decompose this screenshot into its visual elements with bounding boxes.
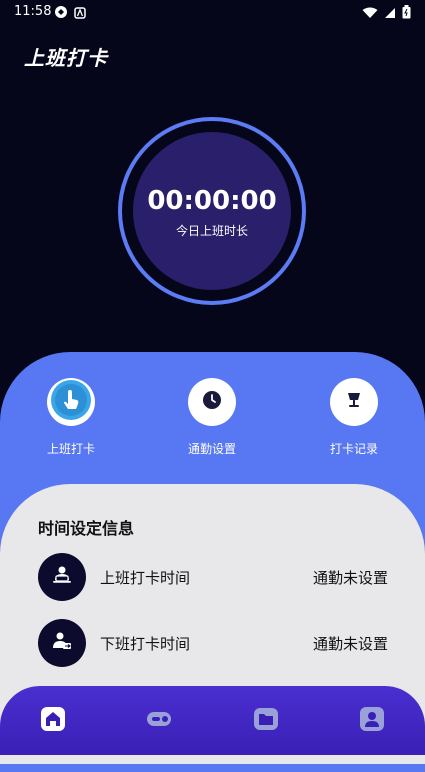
folder-icon bbox=[253, 706, 279, 736]
clock-in-time-row[interactable]: 上班打卡时间 通勤未设置 bbox=[38, 553, 388, 601]
tab-profile[interactable] bbox=[358, 707, 386, 735]
page-title: 上班打卡 bbox=[24, 46, 108, 70]
commute-settings-label: 通勤设置 bbox=[187, 442, 236, 456]
records-label: 打卡记录 bbox=[329, 442, 378, 456]
sync-icon bbox=[54, 4, 68, 23]
clock-in-time-label: 上班打卡时间 bbox=[100, 569, 191, 587]
signal-icon bbox=[384, 4, 396, 23]
clock-out-time-value: 通勤未设置 bbox=[312, 635, 388, 653]
clock-in-label: 上班打卡 bbox=[46, 442, 95, 456]
lamp-icon bbox=[344, 390, 364, 414]
timer-value: 00:00:00 bbox=[147, 186, 277, 216]
tap-hand-icon bbox=[49, 378, 93, 426]
clock-out-time-row[interactable]: 下班打卡时间 通勤未设置 bbox=[38, 619, 388, 667]
toggle-icon bbox=[146, 706, 172, 736]
records-button[interactable] bbox=[330, 378, 378, 426]
battery-icon bbox=[402, 4, 411, 23]
section-title: 时间设定信息 bbox=[38, 519, 135, 538]
row-icon-container bbox=[38, 619, 86, 667]
tab-toggle[interactable] bbox=[145, 707, 173, 735]
laptop-user-icon bbox=[50, 563, 74, 591]
clock-icon bbox=[202, 390, 222, 414]
status-bar: 11:58 bbox=[0, 0, 425, 24]
app-notification-icon bbox=[74, 4, 86, 23]
home-icon bbox=[40, 706, 66, 736]
commute-settings-action[interactable]: 通勤设置 bbox=[162, 378, 262, 457]
clock-in-time-value: 通勤未设置 bbox=[312, 569, 388, 587]
status-time: 11:58 bbox=[14, 4, 52, 19]
user-exit-icon bbox=[50, 629, 74, 657]
timer-label: 今日上班时长 bbox=[175, 224, 248, 238]
row-icon-container bbox=[38, 553, 86, 601]
wifi-icon bbox=[362, 4, 378, 23]
commute-settings-button[interactable] bbox=[188, 378, 236, 426]
clock-in-action[interactable]: 上班打卡 bbox=[21, 378, 121, 457]
profile-icon bbox=[359, 706, 385, 736]
clock-in-button[interactable] bbox=[47, 378, 95, 426]
records-action[interactable]: 打卡记录 bbox=[304, 378, 404, 457]
clock-out-time-label: 下班打卡时间 bbox=[100, 635, 191, 653]
tab-home[interactable] bbox=[39, 707, 67, 735]
tab-files[interactable] bbox=[252, 707, 280, 735]
